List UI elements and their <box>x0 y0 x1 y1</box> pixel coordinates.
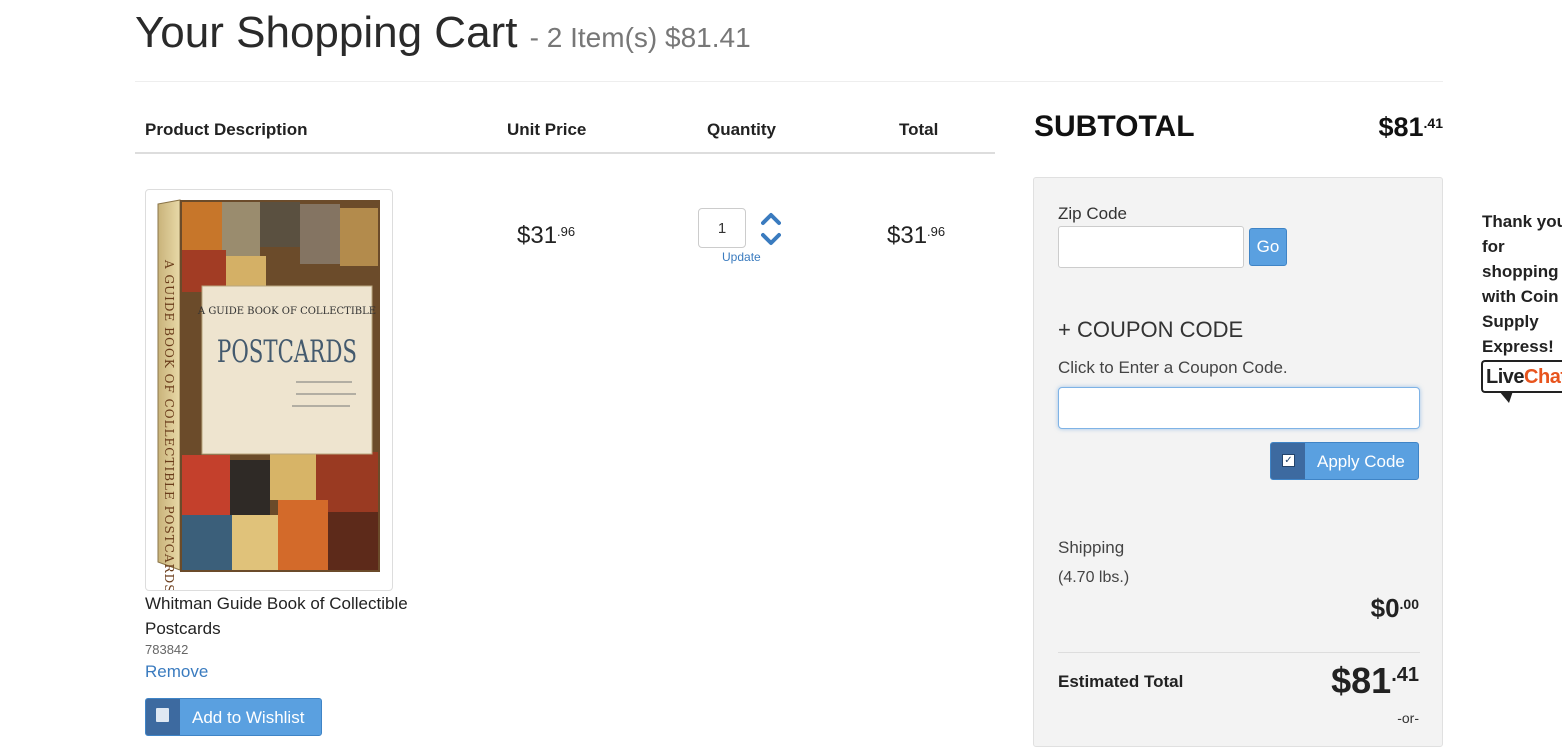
subtotal-value: $81.41 <box>1378 112 1443 143</box>
livechat-button[interactable]: LiveChat <box>1481 360 1562 408</box>
livechat-logo: LiveChat <box>1486 366 1562 389</box>
livechat-text-live: Live <box>1486 366 1525 388</box>
page-title: Your Shopping Cart - 2 Item(s) $81.41 <box>135 8 751 58</box>
line-total-cents: .96 <box>927 224 946 239</box>
coupon-code-input[interactable] <box>1058 387 1420 429</box>
quantity-input[interactable] <box>698 208 746 248</box>
shipping-cents: .00 <box>1399 596 1419 612</box>
quantity-decrease-icon[interactable] <box>761 230 781 248</box>
cover-title-large: POSTCARDS <box>217 334 357 370</box>
product-image[interactable]: A GUIDE BOOK OF COLLECTIBLE POSTCARDS A … <box>145 189 393 591</box>
zip-code-label: Zip Code <box>1058 204 1127 223</box>
estimated-total-label: Estimated Total <box>1058 672 1184 691</box>
unit-price: $31.96 <box>517 222 575 250</box>
zip-code-input[interactable] <box>1058 226 1244 268</box>
apply-code-button[interactable]: ✓ Apply Code <box>1270 442 1419 480</box>
book-cover-illustration: A GUIDE BOOK OF COLLECTIBLE POSTCARDS A … <box>157 199 380 590</box>
product-name[interactable]: Whitman Guide Book of Collectible Postca… <box>145 591 435 641</box>
table-header-divider <box>135 152 995 154</box>
or-separator: -or- <box>1397 710 1419 726</box>
cart-summary: - 2 Item(s) $81.41 <box>529 22 751 53</box>
line-total-dollars: $31 <box>887 222 928 249</box>
livechat-text-chat: Chat <box>1524 366 1562 388</box>
add-to-wishlist-label: Add to Wishlist <box>192 708 305 727</box>
column-header-total: Total <box>899 120 939 139</box>
page-title-text: Your Shopping Cart <box>135 8 518 57</box>
column-header-product: Product Description <box>145 120 308 139</box>
unit-price-dollars: $31 <box>517 222 558 249</box>
shipping-label: Shipping <box>1058 538 1125 557</box>
remove-link[interactable]: Remove <box>145 662 208 682</box>
cover-spine-text: A GUIDE BOOK OF COLLECTIBLE POSTCARDS <box>162 259 176 590</box>
unit-price-cents: .96 <box>557 224 576 239</box>
estimated-cents: .41 <box>1391 664 1419 686</box>
column-header-unit-price: Unit Price <box>507 120 587 139</box>
checkbox-icon: ✓ <box>1271 443 1305 479</box>
estimated-total-divider <box>1058 652 1420 653</box>
shipping-value: $0.00 <box>1371 593 1419 624</box>
apply-code-label: Apply Code <box>1317 452 1405 471</box>
zip-go-button[interactable]: Go <box>1249 228 1287 266</box>
column-header-quantity: Quantity <box>707 120 776 139</box>
shipping-dollars: $0 <box>1370 593 1400 623</box>
coupon-code-hint: Click to Enter a Coupon Code. <box>1058 358 1288 377</box>
livechat-tail <box>1499 391 1513 403</box>
update-quantity-link[interactable]: Update <box>722 250 761 264</box>
estimated-dollars: $81 <box>1331 660 1392 701</box>
thank-you-message: Thank you for shopping with Coin Supply … <box>1482 212 1562 356</box>
header-divider <box>135 81 1443 82</box>
add-to-wishlist-button[interactable]: Add to Wishlist <box>145 698 322 736</box>
estimated-total-value: $81.41 <box>1331 660 1419 702</box>
line-total: $31.96 <box>887 222 945 250</box>
subtotal-dollars: $81 <box>1378 112 1424 142</box>
quantity-increase-icon[interactable] <box>761 210 781 228</box>
product-sku: 783842 <box>145 642 189 657</box>
coupon-code-toggle[interactable]: + COUPON CODE <box>1058 317 1243 343</box>
cover-title-small: A GUIDE BOOK OF COLLECTIBLE <box>197 306 376 317</box>
subtotal-label: SUBTOTAL <box>1034 110 1195 143</box>
wishlist-icon <box>146 699 180 735</box>
subtotal-cents: .41 <box>1423 115 1443 131</box>
shipping-weight: (4.70 lbs.) <box>1058 569 1130 586</box>
